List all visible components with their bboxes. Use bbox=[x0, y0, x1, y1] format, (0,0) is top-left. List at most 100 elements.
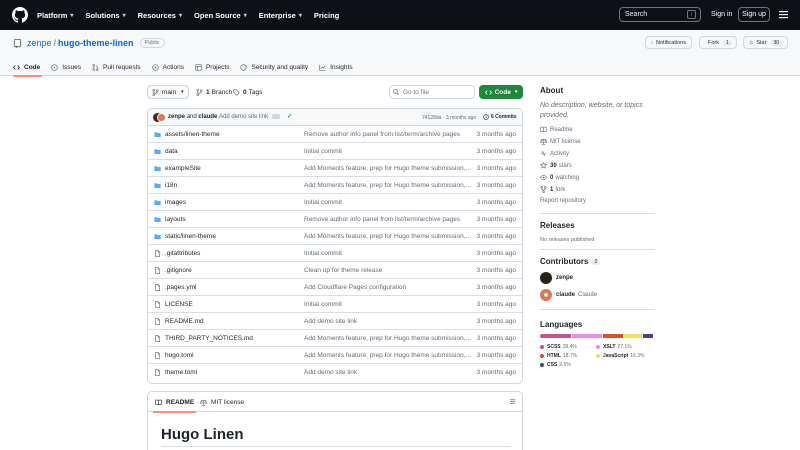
tab-projects[interactable]: Projects bbox=[195, 59, 229, 76]
forks-link[interactable]: 1 fork bbox=[540, 186, 565, 193]
commit-author-link[interactable]: claude bbox=[198, 114, 217, 120]
commit-author-link[interactable]: zenpe bbox=[168, 114, 185, 120]
nav-open-source[interactable]: Open Source ▾ bbox=[194, 11, 247, 20]
file-row[interactable]: static/linen-theme Add Moments feature, p… bbox=[148, 228, 522, 245]
language-item[interactable]: JavaScript 16.3% bbox=[596, 353, 644, 359]
language-item[interactable]: SCSS 28.4% bbox=[540, 344, 577, 350]
file-row[interactable]: i18n Add Moments feature, prep for Hugo t… bbox=[148, 177, 522, 194]
nav-solutions[interactable]: Solutions ▾ bbox=[85, 11, 125, 20]
license-link[interactable]: MIT license bbox=[540, 138, 581, 145]
stars-link[interactable]: 30 stars bbox=[540, 162, 572, 169]
avatar[interactable] bbox=[157, 113, 166, 122]
readme-link[interactable]: Readme bbox=[540, 126, 573, 133]
file-name-link[interactable]: assets/linen-theme bbox=[165, 131, 220, 138]
sign-in-link[interactable]: Sign in bbox=[708, 7, 735, 22]
branch-selector[interactable]: main ▾ bbox=[147, 85, 189, 99]
tab-pull-requests[interactable]: Pull requests bbox=[92, 59, 141, 76]
nav-platform[interactable]: Platform ▾ bbox=[37, 11, 73, 20]
file-name-link[interactable]: i18n bbox=[165, 182, 177, 189]
tab-actions[interactable]: Actions bbox=[151, 59, 184, 76]
expand-commit-button[interactable] bbox=[272, 114, 280, 119]
github-logo-icon[interactable] bbox=[12, 7, 28, 23]
contributor-zenpe[interactable]: zenpe bbox=[540, 272, 576, 284]
file-commit-message-link[interactable]: Remove author info panel from list/term/… bbox=[304, 131, 472, 138]
repo-name-link[interactable]: hugo-theme-linen bbox=[58, 38, 134, 48]
file-row[interactable]: LICENSE Initial commit 3 months ago bbox=[148, 296, 522, 313]
nav-enterprise[interactable]: Enterprise ▾ bbox=[259, 11, 302, 20]
file-commit-message-link[interactable]: Add Moments feature, prep for Hugo theme… bbox=[304, 352, 472, 359]
file-name-link[interactable]: static/linen-theme bbox=[165, 233, 216, 240]
language-item[interactable]: XSLT 27.1% bbox=[596, 344, 632, 350]
commit-message-link[interactable]: Add demo site link bbox=[219, 114, 268, 120]
watchers-link[interactable]: 0 watching bbox=[540, 174, 579, 181]
tags-link[interactable]: 0 Tags bbox=[233, 85, 262, 99]
file-commit-message-link[interactable]: Add Moments feature, prep for Hugo theme… bbox=[304, 182, 472, 189]
notifications-button[interactable]: Notifications bbox=[645, 36, 692, 49]
tab-readme[interactable]: README bbox=[152, 392, 197, 413]
file-commit-message-link[interactable]: Clean up for theme release bbox=[304, 267, 472, 274]
go-to-file-input[interactable] bbox=[389, 85, 475, 99]
file-commit-message-link[interactable]: Remove author info panel from list/term/… bbox=[304, 216, 472, 223]
sign-up-button[interactable]: Sign up bbox=[738, 7, 770, 22]
file-commit-message-link[interactable]: Initial commit bbox=[304, 199, 472, 206]
language-item[interactable]: CSS 9.5% bbox=[540, 362, 571, 368]
file-name-link[interactable]: .gitattributes bbox=[165, 250, 200, 257]
file-commit-message-link[interactable]: Add Moments feature, prep for Hugo theme… bbox=[304, 233, 472, 240]
contributors-heading[interactable]: Contributors 2 bbox=[540, 257, 601, 266]
file-name-link[interactable]: README.md bbox=[165, 318, 204, 325]
file-name-link[interactable]: layouts bbox=[165, 216, 186, 223]
file-row[interactable]: images Initial commit 3 months ago bbox=[148, 194, 522, 211]
file-name-link[interactable]: hugo.toml bbox=[165, 352, 194, 359]
nav-resources[interactable]: Resources ▾ bbox=[138, 11, 182, 20]
commits-history-link[interactable]: 6 Commits bbox=[483, 114, 517, 120]
file-commit-message-link[interactable]: Initial commit bbox=[304, 250, 472, 257]
activity-link[interactable]: Activity bbox=[540, 150, 569, 157]
tab-insights[interactable]: Insights bbox=[319, 59, 353, 76]
file-row[interactable]: data Initial commit 3 months ago bbox=[148, 143, 522, 160]
file-name-link[interactable]: images bbox=[165, 199, 186, 206]
file-commit-message-link[interactable]: Initial commit bbox=[304, 148, 472, 155]
file-name-link[interactable]: data bbox=[165, 148, 178, 155]
file-commit-message-link[interactable]: Add Moments feature, prep for Hugo theme… bbox=[304, 165, 472, 172]
tab-issues[interactable]: Issues bbox=[51, 59, 81, 76]
file-commit-message-link[interactable]: Add demo site link bbox=[304, 318, 472, 325]
branches-link[interactable]: 1 Branch bbox=[196, 85, 232, 99]
tab-security[interactable]: Security and quality bbox=[240, 59, 308, 76]
tab-license[interactable]: MIT license bbox=[200, 392, 244, 412]
global-search-button[interactable]: Search / bbox=[619, 7, 701, 22]
file-row[interactable]: layouts Remove author info panel from lis… bbox=[148, 211, 522, 228]
file-row[interactable]: README.md Add demo site link 3 months ago bbox=[148, 313, 522, 330]
file-name-link[interactable]: exampleSite bbox=[165, 165, 201, 172]
releases-heading[interactable]: Releases bbox=[540, 221, 575, 230]
file-name-link[interactable]: LICENSE bbox=[165, 301, 193, 308]
menu-icon[interactable] bbox=[779, 10, 788, 19]
file-row[interactable]: .gitignore Clean up for theme release 3 mo… bbox=[148, 262, 522, 279]
fork-button[interactable]: Fork 1 bbox=[699, 36, 737, 49]
file-row[interactable]: .pages.yml Add Cloudflare Pages configura… bbox=[148, 279, 522, 296]
nav-pricing[interactable]: Pricing bbox=[314, 11, 339, 20]
file-name-link[interactable]: .gitignore bbox=[165, 267, 192, 274]
file-name-link[interactable]: theme.toml bbox=[165, 369, 197, 376]
code-dropdown-button[interactable]: Code ▾ bbox=[479, 85, 523, 99]
tab-code[interactable]: Code bbox=[13, 59, 43, 77]
file-commit-message-link[interactable]: Initial commit bbox=[304, 301, 472, 308]
file-row[interactable]: exampleSite Add Moments feature, prep for… bbox=[148, 160, 522, 177]
language-item[interactable]: HTML 18.7% bbox=[540, 353, 577, 359]
star-button[interactable]: Star 30 bbox=[743, 36, 788, 49]
file-row[interactable]: .gitattributes Initial commit 3 months ago bbox=[148, 245, 522, 262]
file-row[interactable]: THIRD_PARTY_NOTICES.md Add Moments featur… bbox=[148, 330, 522, 347]
file-row[interactable]: hugo.toml Add Moments feature, prep for H… bbox=[148, 347, 522, 364]
file-commit-message-link[interactable]: Add Cloudflare Pages configuration bbox=[304, 284, 472, 291]
file-commit-message-link[interactable]: Add demo site link bbox=[304, 369, 472, 376]
commit-sha-time[interactable]: 74128da · 3 months ago bbox=[422, 115, 476, 121]
file-name-link[interactable]: .pages.yml bbox=[165, 284, 196, 291]
outline-list-icon[interactable] bbox=[509, 398, 516, 405]
file-row[interactable]: assets/linen-theme Remove author info pan… bbox=[148, 126, 522, 143]
check-icon[interactable]: ✓ bbox=[287, 112, 293, 120]
file-name-link[interactable]: THIRD_PARTY_NOTICES.md bbox=[165, 335, 253, 342]
repo-owner-link[interactable]: zenpe bbox=[27, 38, 52, 48]
report-repository-link[interactable]: Report repository bbox=[540, 198, 586, 204]
file-commit-message-link[interactable]: Add Moments feature, prep for Hugo theme… bbox=[304, 335, 472, 342]
contributor-claude[interactable]: ✺ claude Claude bbox=[540, 289, 597, 301]
file-row[interactable]: theme.toml Add demo site link 3 months ago bbox=[148, 364, 522, 381]
